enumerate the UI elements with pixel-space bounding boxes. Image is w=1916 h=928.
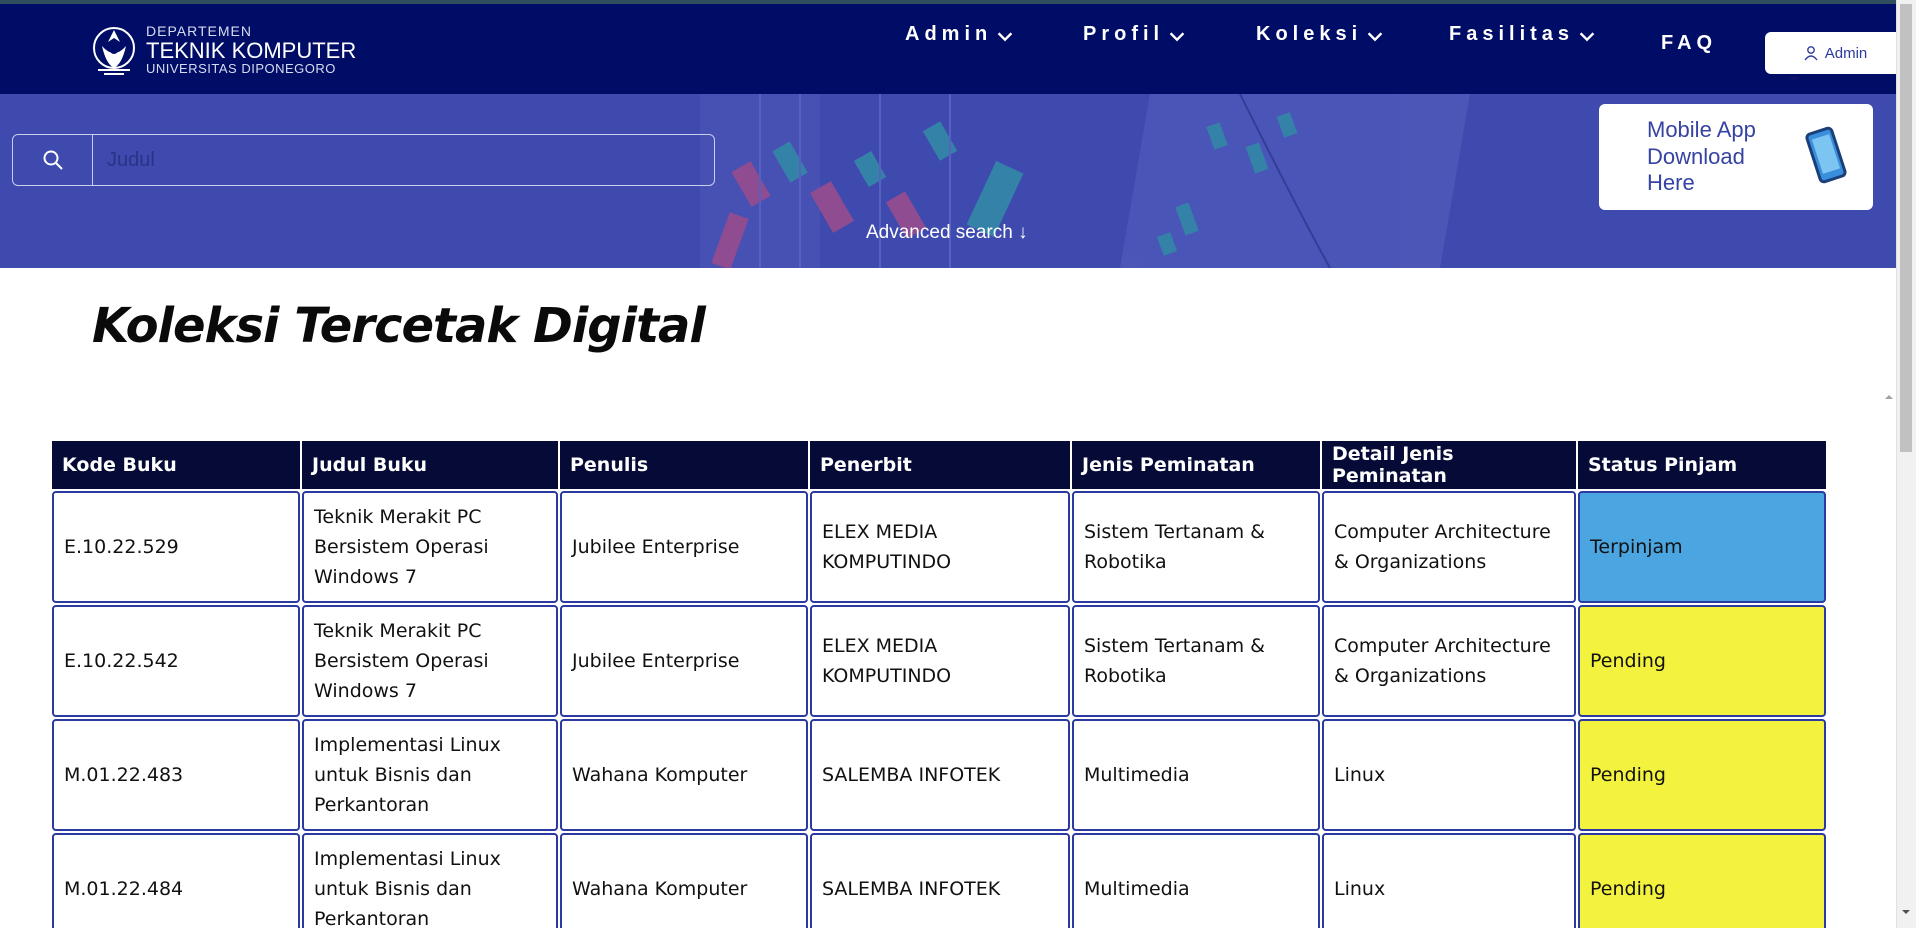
column-header[interactable]: Detail Jenis Peminatan: [1322, 441, 1576, 489]
hero-banner: Advanced search ↓ Mobile App Download He…: [0, 94, 1896, 268]
column-header[interactable]: Penulis: [560, 441, 808, 489]
user-account-label: Admin: [1824, 44, 1868, 62]
column-header[interactable]: Kode Buku: [52, 441, 300, 489]
status-badge: Pending: [1578, 833, 1826, 928]
column-header[interactable]: Penerbit: [810, 441, 1070, 489]
nav-fasilitas[interactable]: Fasilitas: [1449, 21, 1598, 47]
advanced-search-link[interactable]: Advanced search ↓: [866, 222, 1028, 244]
cell-detail-peminatan: Linux: [1322, 833, 1576, 928]
search-icon: [43, 150, 63, 170]
cell-jenis-peminatan: Sistem Tertanam & Robotika: [1072, 491, 1320, 603]
nav-profil-label: Profil: [1083, 22, 1165, 45]
table-row[interactable]: E.10.22.529 Teknik Merakit PC Bersistem …: [52, 491, 1826, 603]
collection-table: Kode Buku Judul Buku Penulis Penerbit Je…: [50, 439, 1828, 928]
cell-kode-buku: E.10.22.529: [52, 491, 300, 603]
cell-jenis-peminatan: Multimedia: [1072, 719, 1320, 831]
cell-judul-buku: Teknik Merakit PC Bersistem Operasi Wind…: [302, 605, 558, 717]
cell-judul-buku: Implementasi Linux untuk Bisnis dan Perk…: [302, 719, 558, 831]
cell-penerbit: ELEX MEDIA KOMPUTINDO: [810, 491, 1070, 603]
logo-program: TEKNIK KOMPUTER: [146, 37, 357, 63]
nav-fasilitas-label: Fasilitas: [1449, 22, 1575, 45]
chevron-down-icon: [1169, 32, 1185, 42]
cell-detail-peminatan: Computer Architecture & Organizations: [1322, 605, 1576, 717]
cell-judul-buku: Implementasi Linux untuk Bisnis dan Perk…: [302, 833, 558, 928]
nav-koleksi[interactable]: Koleksi: [1256, 21, 1386, 47]
page: DEPARTEMEN TEKNIK KOMPUTER UNIVERSITAS D…: [0, 0, 1896, 928]
nav-koleksi-label: Koleksi: [1256, 22, 1363, 45]
cell-penerbit: SALEMBA INFOTEK: [810, 719, 1070, 831]
status-badge: Pending: [1578, 605, 1826, 717]
column-header[interactable]: Jenis Peminatan: [1072, 441, 1320, 489]
status-badge: Pending: [1578, 719, 1826, 831]
cell-judul-buku: Teknik Merakit PC Bersistem Operasi Wind…: [302, 491, 558, 603]
cell-kode-buku: M.01.22.483: [52, 719, 300, 831]
user-icon: [1804, 46, 1818, 61]
mobile-app-download-card[interactable]: Mobile App Download Here: [1599, 104, 1873, 210]
table-header-row: Kode Buku Judul Buku Penulis Penerbit Je…: [52, 441, 1826, 489]
chevron-down-icon: [1579, 32, 1595, 42]
column-header[interactable]: Judul Buku: [302, 441, 558, 489]
scrollbar-thumb[interactable]: [1900, 4, 1912, 452]
mobile-app-label: Mobile App Download Here: [1647, 117, 1756, 196]
search-bar: [12, 134, 715, 186]
site-logo[interactable]: DEPARTEMEN TEKNIK KOMPUTER UNIVERSITAS D…: [90, 20, 356, 80]
cell-penulis: Jubilee Enterprise: [560, 491, 808, 603]
logo-university: UNIVERSITAS DIPONEGORO: [146, 61, 336, 77]
user-account-button[interactable]: Admin: [1765, 32, 1896, 80]
table-row[interactable]: M.01.22.484 Implementasi Linux untuk Bis…: [52, 833, 1826, 928]
cell-penerbit: ELEX MEDIA KOMPUTINDO: [810, 605, 1070, 717]
chevron-down-icon: [1367, 32, 1383, 42]
scroll-up-arrow-icon[interactable]: [1882, 390, 1896, 404]
table-row[interactable]: E.10.22.542 Teknik Merakit PC Bersistem …: [52, 605, 1826, 717]
nav-admin-label: Admin: [905, 22, 993, 45]
university-emblem-icon: [93, 27, 135, 75]
chevron-down-icon: [997, 32, 1013, 42]
logo-department: DEPARTEMEN: [146, 23, 252, 40]
nav-faq-label: FAQ: [1661, 32, 1718, 54]
nav-faq[interactable]: FAQ: [1661, 32, 1717, 55]
cell-jenis-peminatan: Sistem Tertanam & Robotika: [1072, 605, 1320, 717]
cell-detail-peminatan: Computer Architecture & Organizations: [1322, 491, 1576, 603]
top-navbar: DEPARTEMEN TEKNIK KOMPUTER UNIVERSITAS D…: [0, 0, 1896, 94]
cell-penulis: Wahana Komputer: [560, 833, 808, 928]
cell-kode-buku: M.01.22.484: [52, 833, 300, 928]
page-title: Koleksi Tercetak Digital: [92, 298, 706, 354]
cell-penerbit: SALEMBA INFOTEK: [810, 833, 1070, 928]
cell-kode-buku: E.10.22.542: [52, 605, 300, 717]
cell-penulis: Jubilee Enterprise: [560, 605, 808, 717]
search-input[interactable]: [93, 135, 714, 185]
collection-table-container: Kode Buku Judul Buku Penulis Penerbit Je…: [52, 441, 1826, 928]
column-header[interactable]: Status Pinjam: [1578, 441, 1826, 489]
scroll-down-arrow-icon[interactable]: [1900, 906, 1912, 918]
status-badge: Terpinjam: [1578, 491, 1826, 603]
nav-profil[interactable]: Profil: [1083, 21, 1188, 47]
nav-admin[interactable]: Admin: [905, 21, 1016, 47]
cell-detail-peminatan: Linux: [1322, 719, 1576, 831]
search-button[interactable]: [13, 135, 93, 185]
phone-icon: [1805, 126, 1847, 184]
cell-jenis-peminatan: Multimedia: [1072, 833, 1320, 928]
table-row[interactable]: M.01.22.483 Implementasi Linux untuk Bis…: [52, 719, 1826, 831]
cell-penulis: Wahana Komputer: [560, 719, 808, 831]
